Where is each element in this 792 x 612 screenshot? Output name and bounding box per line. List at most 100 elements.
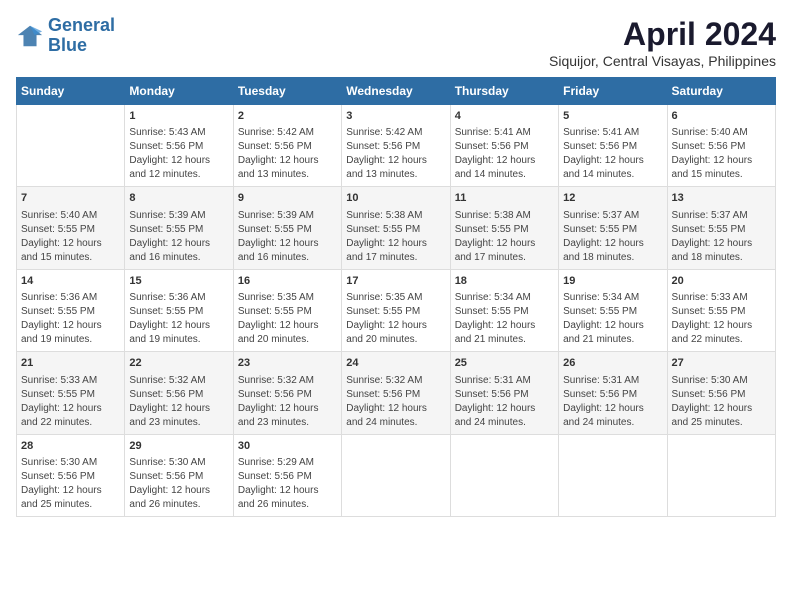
day-info: Sunrise: 5:38 AM Sunset: 5:55 PM Dayligh… <box>455 209 554 265</box>
day-number: 4 <box>455 109 554 124</box>
day-number: 10 <box>346 191 445 206</box>
calendar-cell: 7 Sunrise: 5:40 AM Sunset: 5:55 PM Daylig… <box>17 187 125 269</box>
logo-text: GeneralBlue <box>48 16 115 56</box>
calendar-cell: 22 Sunrise: 5:32 AM Sunset: 5:56 PM Dayli… <box>125 352 233 434</box>
calendar-cell: 13Sunrise: 5:37 AM Sunset: 5:55 PM Dayli… <box>667 187 775 269</box>
calendar-cell: 11 Sunrise: 5:38 AM Sunset: 5:55 PM Dayli… <box>450 187 558 269</box>
day-info: Sunrise: 5:32 AM Sunset: 5:56 PM Dayligh… <box>129 374 228 430</box>
day-info: Sunrise: 5:30 AM Sunset: 5:56 PM Dayligh… <box>129 456 228 512</box>
day-number: 1 <box>129 109 228 124</box>
calendar-cell: 6 Sunrise: 5:40 AM Sunset: 5:56 PM Daylig… <box>667 105 775 187</box>
day-number: 13 <box>672 191 771 206</box>
calendar-week-4: 21Sunrise: 5:33 AM Sunset: 5:55 PM Dayli… <box>17 352 776 434</box>
day-number: 8 <box>129 191 228 206</box>
day-number: 19 <box>563 274 662 289</box>
calendar-cell: 19Sunrise: 5:34 AM Sunset: 5:55 PM Dayli… <box>559 269 667 351</box>
title-block: April 2024 Siquijor, Central Visayas, Ph… <box>549 16 776 69</box>
day-number: 26 <box>563 356 662 371</box>
day-info: Sunrise: 5:41 AM Sunset: 5:56 PM Dayligh… <box>455 126 554 182</box>
calendar-cell: 16 Sunrise: 5:35 AM Sunset: 5:55 PM Dayli… <box>233 269 341 351</box>
day-number: 20 <box>672 274 771 289</box>
day-info: Sunrise: 5:34 AM Sunset: 5:55 PM Dayligh… <box>455 291 554 347</box>
day-number: 24 <box>346 356 445 371</box>
day-info: Sunrise: 5:31 AM Sunset: 5:56 PM Dayligh… <box>455 374 554 430</box>
calendar-cell: 30 Sunrise: 5:29 AM Sunset: 5:56 PM Dayli… <box>233 434 341 516</box>
day-number: 7 <box>21 191 120 206</box>
calendar-week-3: 14 Sunrise: 5:36 AM Sunset: 5:55 PM Dayli… <box>17 269 776 351</box>
month-title: April 2024 <box>549 16 776 53</box>
day-number: 2 <box>238 109 337 124</box>
calendar-cell: 12 Sunrise: 5:37 AM Sunset: 5:55 PM Dayli… <box>559 187 667 269</box>
calendar-week-5: 28Sunrise: 5:30 AM Sunset: 5:56 PM Dayli… <box>17 434 776 516</box>
day-info: Sunrise: 5:39 AM Sunset: 5:55 PM Dayligh… <box>129 209 228 265</box>
day-info: Sunrise: 5:38 AM Sunset: 5:55 PM Dayligh… <box>346 209 445 265</box>
day-info: Sunrise: 5:40 AM Sunset: 5:55 PM Dayligh… <box>21 209 120 265</box>
calendar-header-row: SundayMondayTuesdayWednesdayThursdayFrid… <box>17 78 776 105</box>
calendar-cell: 23Sunrise: 5:32 AM Sunset: 5:56 PM Dayli… <box>233 352 341 434</box>
calendar-week-1: 1 Sunrise: 5:43 AM Sunset: 5:56 PM Daylig… <box>17 105 776 187</box>
calendar-cell: 24 Sunrise: 5:32 AM Sunset: 5:56 PM Dayli… <box>342 352 450 434</box>
header-monday: Monday <box>125 78 233 105</box>
day-info: Sunrise: 5:42 AM Sunset: 5:56 PM Dayligh… <box>346 126 445 182</box>
day-info: Sunrise: 5:32 AM Sunset: 5:56 PM Dayligh… <box>346 374 445 430</box>
calendar-cell <box>17 105 125 187</box>
day-number: 5 <box>563 109 662 124</box>
day-number: 12 <box>563 191 662 206</box>
header-saturday: Saturday <box>667 78 775 105</box>
day-info: Sunrise: 5:39 AM Sunset: 5:55 PM Dayligh… <box>238 209 337 265</box>
calendar-cell: 17 Sunrise: 5:35 AM Sunset: 5:55 PM Dayli… <box>342 269 450 351</box>
day-info: Sunrise: 5:29 AM Sunset: 5:56 PM Dayligh… <box>238 456 337 512</box>
day-info: Sunrise: 5:41 AM Sunset: 5:56 PM Dayligh… <box>563 126 662 182</box>
calendar-cell: 2 Sunrise: 5:42 AM Sunset: 5:56 PM Daylig… <box>233 105 341 187</box>
day-number: 16 <box>238 274 337 289</box>
calendar-cell <box>667 434 775 516</box>
day-number: 17 <box>346 274 445 289</box>
logo: GeneralBlue <box>16 16 115 56</box>
day-number: 27 <box>672 356 771 371</box>
day-number: 18 <box>455 274 554 289</box>
header-thursday: Thursday <box>450 78 558 105</box>
calendar-cell: 27 Sunrise: 5:30 AM Sunset: 5:56 PM Dayli… <box>667 352 775 434</box>
day-info: Sunrise: 5:33 AM Sunset: 5:55 PM Dayligh… <box>21 374 120 430</box>
calendar-cell: 10 Sunrise: 5:38 AM Sunset: 5:55 PM Dayli… <box>342 187 450 269</box>
calendar-cell: 29Sunrise: 5:30 AM Sunset: 5:56 PM Dayli… <box>125 434 233 516</box>
day-number: 9 <box>238 191 337 206</box>
header-friday: Friday <box>559 78 667 105</box>
day-info: Sunrise: 5:35 AM Sunset: 5:55 PM Dayligh… <box>346 291 445 347</box>
calendar-cell: 28Sunrise: 5:30 AM Sunset: 5:56 PM Dayli… <box>17 434 125 516</box>
calendar-cell: 8 Sunrise: 5:39 AM Sunset: 5:55 PM Daylig… <box>125 187 233 269</box>
logo-icon <box>16 22 44 50</box>
calendar-cell: 18 Sunrise: 5:34 AM Sunset: 5:55 PM Dayli… <box>450 269 558 351</box>
day-info: Sunrise: 5:35 AM Sunset: 5:55 PM Dayligh… <box>238 291 337 347</box>
day-info: Sunrise: 5:42 AM Sunset: 5:56 PM Dayligh… <box>238 126 337 182</box>
calendar-cell: 5 Sunrise: 5:41 AM Sunset: 5:56 PM Daylig… <box>559 105 667 187</box>
page-header: GeneralBlue April 2024 Siquijor, Central… <box>16 16 776 69</box>
day-number: 30 <box>238 439 337 454</box>
day-info: Sunrise: 5:37 AM Sunset: 5:55 PM Dayligh… <box>563 209 662 265</box>
header-wednesday: Wednesday <box>342 78 450 105</box>
day-info: Sunrise: 5:33 AM Sunset: 5:55 PM Dayligh… <box>672 291 771 347</box>
day-number: 22 <box>129 356 228 371</box>
calendar-cell: 3Sunrise: 5:42 AM Sunset: 5:56 PM Daylig… <box>342 105 450 187</box>
calendar-cell <box>559 434 667 516</box>
day-number: 14 <box>21 274 120 289</box>
day-info: Sunrise: 5:40 AM Sunset: 5:56 PM Dayligh… <box>672 126 771 182</box>
calendar-cell: 25 Sunrise: 5:31 AM Sunset: 5:56 PM Dayli… <box>450 352 558 434</box>
calendar-cell <box>450 434 558 516</box>
calendar-table: SundayMondayTuesdayWednesdayThursdayFrid… <box>16 77 776 517</box>
calendar-cell: 20 Sunrise: 5:33 AM Sunset: 5:55 PM Dayli… <box>667 269 775 351</box>
day-info: Sunrise: 5:43 AM Sunset: 5:56 PM Dayligh… <box>129 126 228 182</box>
day-number: 25 <box>455 356 554 371</box>
day-number: 6 <box>672 109 771 124</box>
header-tuesday: Tuesday <box>233 78 341 105</box>
day-info: Sunrise: 5:32 AM Sunset: 5:56 PM Dayligh… <box>238 374 337 430</box>
header-sunday: Sunday <box>17 78 125 105</box>
day-number: 11 <box>455 191 554 206</box>
calendar-cell: 14 Sunrise: 5:36 AM Sunset: 5:55 PM Dayli… <box>17 269 125 351</box>
calendar-week-2: 7 Sunrise: 5:40 AM Sunset: 5:55 PM Daylig… <box>17 187 776 269</box>
day-info: Sunrise: 5:30 AM Sunset: 5:56 PM Dayligh… <box>672 374 771 430</box>
day-info: Sunrise: 5:36 AM Sunset: 5:55 PM Dayligh… <box>129 291 228 347</box>
calendar-cell: 4 Sunrise: 5:41 AM Sunset: 5:56 PM Daylig… <box>450 105 558 187</box>
location: Siquijor, Central Visayas, Philippines <box>549 53 776 69</box>
day-info: Sunrise: 5:36 AM Sunset: 5:55 PM Dayligh… <box>21 291 120 347</box>
